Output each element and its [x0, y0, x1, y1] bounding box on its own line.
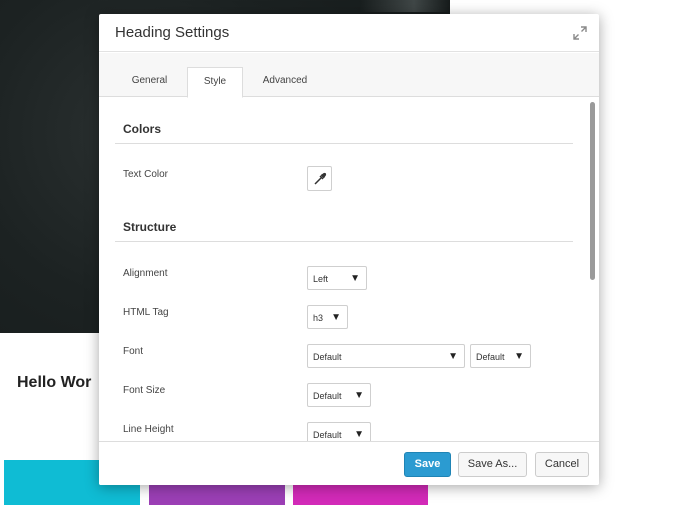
settings-content: Colors Text Color Structure Alignment Le…: [99, 98, 599, 441]
heading-settings-dialog: Heading Settings General Style Advanced …: [99, 14, 599, 485]
html-tag-select[interactable]: h3 ▼: [307, 305, 348, 329]
font-weight-select[interactable]: Default ▼: [470, 344, 531, 368]
font-size-value: Default: [313, 391, 342, 401]
text-color-picker[interactable]: [307, 166, 332, 191]
line-height-select[interactable]: Default ▼: [307, 422, 371, 441]
page-heading: Hello Wor: [17, 374, 92, 391]
dialog-header: Heading Settings: [99, 14, 599, 52]
chevron-down-icon: ▼: [354, 429, 364, 440]
dialog-footer: Save Save As... Cancel: [99, 441, 599, 485]
chevron-down-icon: ▼: [354, 390, 364, 401]
section-divider: [115, 143, 573, 144]
font-label: Font: [123, 346, 144, 357]
chevron-down-icon: ▼: [514, 351, 524, 362]
alignment-value: Left: [313, 274, 329, 284]
tab-bar: General Style Advanced: [99, 53, 599, 98]
scrollbar-thumb[interactable]: [590, 102, 595, 280]
line-height-label: Line Height: [123, 424, 174, 435]
font-family-value: Default: [313, 352, 342, 362]
dialog-title: Heading Settings: [115, 24, 230, 41]
html-tag-label: HTML Tag: [123, 307, 169, 318]
section-title-structure: Structure: [123, 220, 177, 234]
tab-general[interactable]: General: [113, 67, 186, 97]
eyedropper-icon: [314, 172, 327, 185]
tab-style[interactable]: Style: [187, 67, 243, 98]
chevron-down-icon: ▼: [331, 312, 341, 323]
hero-image-highlight: [360, 0, 450, 12]
expand-icon[interactable]: [573, 26, 587, 40]
section-divider: [115, 241, 573, 242]
font-size-select[interactable]: Default ▼: [307, 383, 371, 407]
line-height-value: Default: [313, 430, 342, 440]
font-size-label: Font Size: [123, 385, 166, 396]
html-tag-value: h3: [313, 313, 324, 323]
tab-advanced[interactable]: Advanced: [249, 67, 321, 97]
font-family-select[interactable]: Default ▼: [307, 344, 465, 368]
scrollbar[interactable]: [590, 100, 596, 440]
chevron-down-icon: ▼: [448, 351, 458, 362]
page: Hello Wor Heading Settings General Style…: [0, 0, 678, 505]
alignment-select[interactable]: Left ▼: [307, 266, 367, 290]
section-title-colors: Colors: [123, 122, 162, 136]
text-color-label: Text Color: [123, 169, 169, 180]
save-as-button[interactable]: Save As...: [458, 452, 527, 477]
save-button[interactable]: Save: [404, 452, 451, 477]
cancel-button[interactable]: Cancel: [535, 452, 589, 477]
alignment-label: Alignment: [123, 268, 168, 279]
chevron-down-icon: ▼: [350, 273, 360, 284]
font-weight-value: Default: [476, 352, 505, 362]
